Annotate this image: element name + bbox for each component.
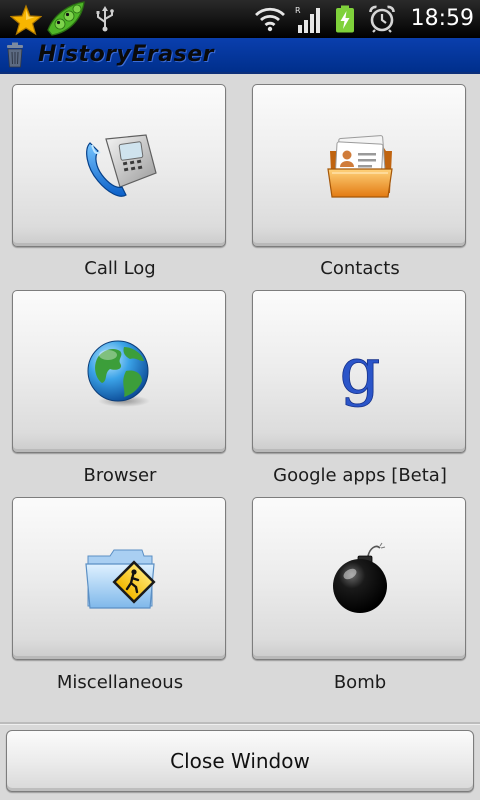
usb-icon (96, 6, 114, 32)
call-log-label: Call Log (84, 258, 156, 279)
contacts-button[interactable] (252, 84, 466, 247)
globe-icon (87, 340, 150, 407)
status-bar: R 18:59 (0, 0, 480, 38)
google-apps-button[interactable]: g (252, 290, 466, 453)
browser-button[interactable] (12, 290, 226, 453)
bomb-button[interactable] (252, 497, 466, 660)
folder-warning-icon (85, 549, 156, 609)
contacts-folder-icon (327, 135, 393, 198)
contacts-label: Contacts (320, 258, 400, 279)
svg-text:g: g (340, 335, 381, 409)
wifi-icon (255, 7, 285, 32)
footer-divider (0, 722, 480, 725)
signal-icon: R (295, 6, 320, 33)
browser-label: Browser (83, 465, 157, 486)
trash-bin-icon (7, 42, 23, 68)
battery-charging-icon (336, 5, 354, 33)
title-bar: HistoryEraser (0, 38, 480, 74)
peapod-icon (47, 1, 85, 36)
call-log-button[interactable] (12, 84, 226, 247)
google-g-icon: g (339, 335, 381, 409)
star-icon (10, 4, 42, 36)
close-window-button[interactable]: Close Window (6, 730, 474, 792)
svg-text:R: R (295, 6, 301, 15)
bomb-icon (333, 542, 387, 613)
miscellaneous-button[interactable] (12, 497, 226, 660)
alarm-icon (369, 5, 395, 33)
status-time: 18:59 (410, 6, 474, 31)
miscellaneous-label: Miscellaneous (56, 672, 184, 693)
telephone-icon (86, 134, 157, 197)
bomb-label: Bomb (333, 672, 387, 693)
app-title: HistoryEraser (38, 42, 214, 67)
google-apps-label: Google apps [Beta] (273, 465, 447, 486)
